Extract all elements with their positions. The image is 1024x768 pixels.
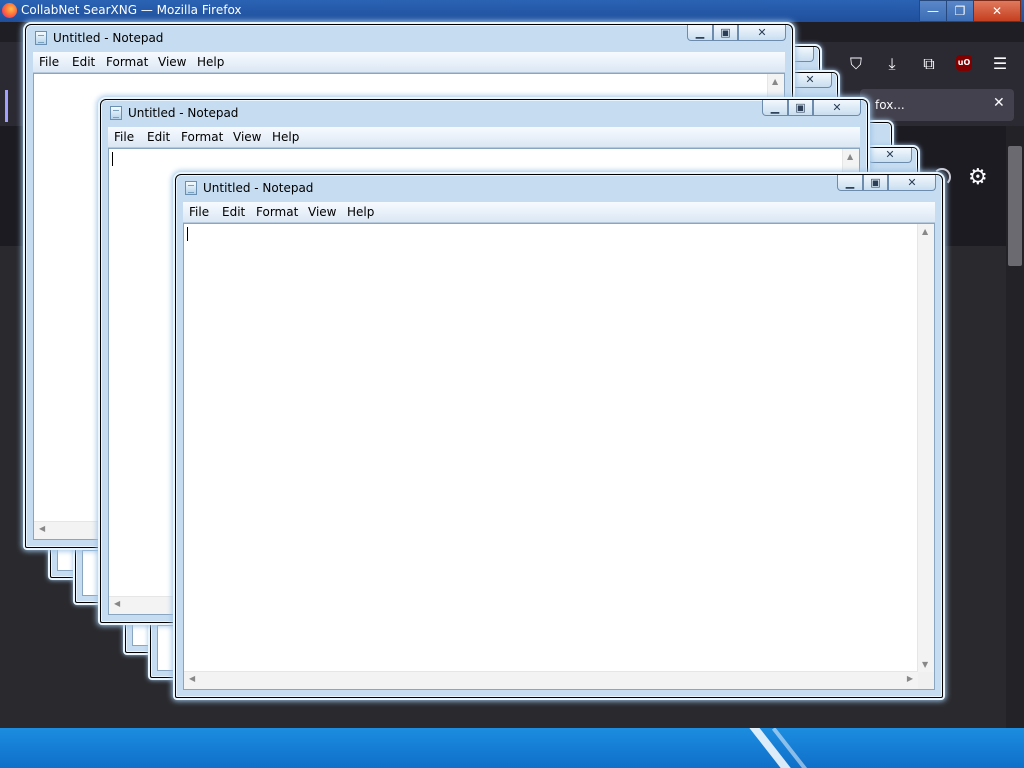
notepad-title: Untitled - Notepad (53, 31, 164, 45)
gear-icon[interactable]: ⚙ (968, 165, 988, 190)
menu-format[interactable]: Format (256, 205, 298, 219)
ghost-close-button: ✕ (868, 148, 912, 163)
menu-bar: File Edit Format View Help (33, 52, 785, 73)
notepad-title: Untitled - Notepad (128, 106, 239, 120)
text-editor[interactable]: ▲ ▼ ◀ ▶ (183, 223, 935, 690)
menu-file[interactable]: File (189, 205, 209, 219)
minimize-button[interactable]: ▁ (837, 175, 863, 191)
firefox-tab[interactable]: fox... ✕ (860, 89, 1014, 121)
window-controls: ▁ ▣ ✕ (686, 25, 786, 43)
notepad-window-active[interactable]: Untitled - Notepad ▁ ▣ ✕ File Edit Forma… (175, 174, 943, 698)
notepad-icon (110, 106, 122, 120)
minimize-button[interactable]: ▁ (762, 100, 788, 116)
scroll-up-arrow-icon[interactable]: ▲ (772, 77, 778, 86)
desktop-background (0, 728, 1024, 768)
close-button[interactable]: ✕ (738, 25, 786, 41)
firefox-scrollbar-thumb[interactable] (1008, 146, 1022, 266)
menu-edit[interactable]: Edit (72, 55, 95, 69)
scroll-left-arrow-icon[interactable]: ◀ (39, 524, 45, 533)
menu-file[interactable]: File (39, 55, 59, 69)
firefox-tab-label: fox... (875, 98, 905, 112)
extensions-icon[interactable]: ⧉ (918, 54, 940, 74)
maximize-button[interactable]: ▣ (713, 25, 738, 41)
maximize-button[interactable]: ▣ (788, 100, 813, 116)
menu-edit[interactable]: Edit (147, 130, 170, 144)
menu-view[interactable]: View (308, 205, 336, 219)
scroll-down-arrow-icon[interactable]: ▼ (922, 660, 928, 669)
maximize-button[interactable]: ▣ (863, 175, 888, 191)
ublock-origin-icon[interactable]: uO (956, 55, 972, 71)
menu-bar: File Edit Format View Help (108, 127, 860, 148)
text-caret (112, 152, 113, 166)
vertical-scrollbar[interactable]: ▲ ▼ (917, 224, 934, 672)
menu-bar: File Edit Format View Help (183, 202, 935, 223)
hamburger-menu-icon[interactable]: ☰ (989, 54, 1011, 74)
firefox-logo-icon (2, 3, 17, 18)
menu-help[interactable]: Help (197, 55, 224, 69)
firefox-titlebar: CollabNet SearXNG — Mozilla Firefox — ❐ … (0, 0, 1024, 22)
menu-view[interactable]: View (158, 55, 186, 69)
close-button[interactable]: ✕ (813, 100, 861, 116)
horizontal-scrollbar[interactable]: ◀ ▶ (184, 671, 918, 689)
menu-file[interactable]: File (114, 130, 134, 144)
firefox-maximize-button[interactable]: ❐ (946, 0, 974, 22)
firefox-active-tab-accent (5, 90, 8, 122)
menu-view[interactable]: View (233, 130, 261, 144)
text-caret (187, 227, 188, 241)
menu-help[interactable]: Help (272, 130, 299, 144)
notepad-titlebar[interactable]: Untitled - Notepad (108, 102, 860, 124)
scroll-left-arrow-icon[interactable]: ◀ (189, 674, 195, 683)
notepad-titlebar[interactable]: Untitled - Notepad (183, 177, 935, 199)
minimize-button[interactable]: ▁ (687, 25, 713, 41)
window-controls: ▁ ▣ ✕ (836, 175, 936, 193)
ghost-close-button: ✕ (788, 73, 832, 88)
notepad-icon (185, 181, 197, 195)
menu-help[interactable]: Help (347, 205, 374, 219)
menu-edit[interactable]: Edit (222, 205, 245, 219)
close-button[interactable]: ✕ (888, 175, 936, 191)
firefox-tab-close-icon[interactable]: ✕ (993, 95, 1005, 111)
notepad-title: Untitled - Notepad (203, 181, 314, 195)
scroll-left-arrow-icon[interactable]: ◀ (114, 599, 120, 608)
pocket-icon[interactable]: ⛉ (845, 54, 867, 74)
scroll-right-arrow-icon[interactable]: ▶ (907, 674, 913, 683)
window-controls: ▁ ▣ ✕ (761, 100, 861, 118)
notepad-titlebar[interactable]: Untitled - Notepad (33, 27, 785, 49)
scrollbar-corner (918, 672, 934, 689)
firefox-window-title: CollabNet SearXNG — Mozilla Firefox (21, 3, 242, 17)
firefox-minimize-button[interactable]: — (919, 0, 947, 22)
menu-format[interactable]: Format (106, 55, 148, 69)
notepad-icon (35, 31, 47, 45)
firefox-close-button[interactable]: ✕ (973, 0, 1021, 22)
menu-format[interactable]: Format (181, 130, 223, 144)
scroll-up-arrow-icon[interactable]: ▲ (847, 152, 853, 161)
downloads-icon[interactable]: ⤓ (881, 54, 903, 74)
scroll-up-arrow-icon[interactable]: ▲ (922, 227, 928, 236)
